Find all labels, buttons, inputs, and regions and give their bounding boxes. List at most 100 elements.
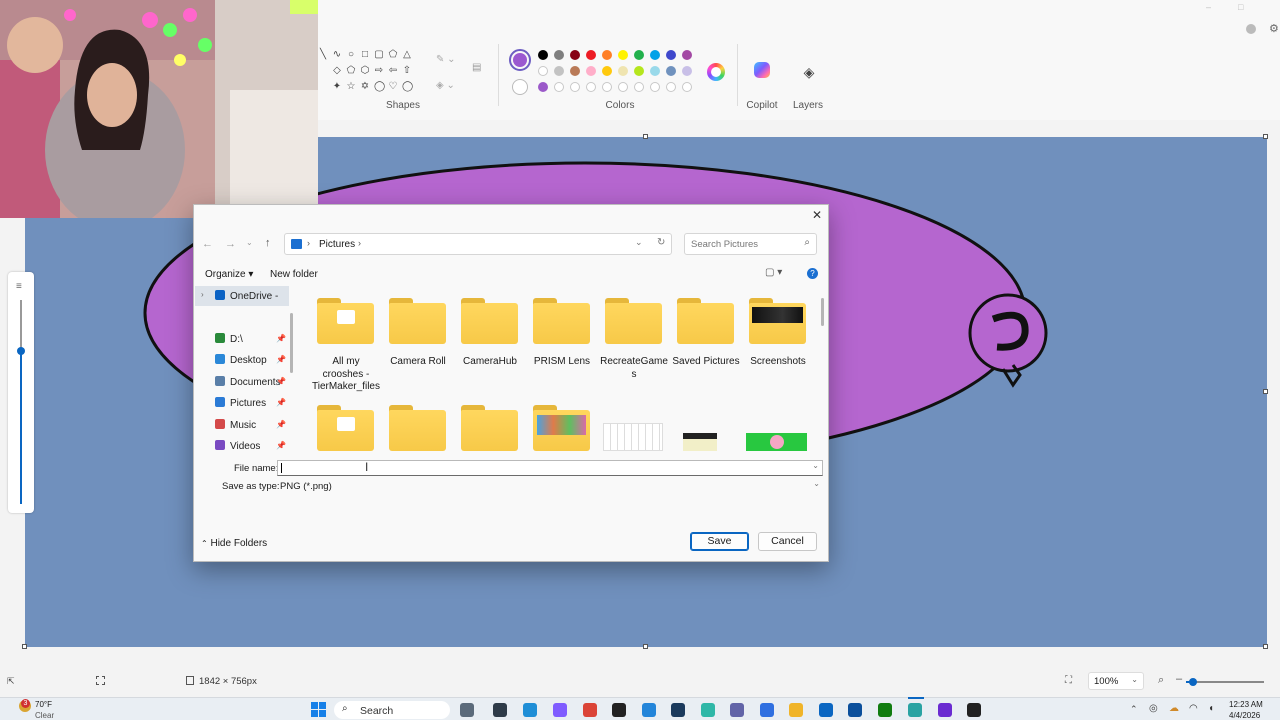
epic-games-icon[interactable] bbox=[612, 703, 626, 717]
line-shape-icon[interactable]: ╲ bbox=[318, 50, 328, 60]
color-swatch[interactable] bbox=[554, 50, 564, 60]
weather-desc[interactable]: Clear bbox=[35, 711, 54, 720]
resize-handle[interactable] bbox=[1263, 389, 1268, 394]
image-thumbnail[interactable] bbox=[746, 433, 807, 451]
search-icon[interactable]: ⌕ bbox=[804, 237, 810, 248]
zoom-minus-icon[interactable]: – bbox=[1176, 673, 1182, 685]
color-swatch[interactable] bbox=[634, 66, 644, 76]
fill-icon[interactable]: ◈ ⌄ bbox=[436, 80, 456, 92]
shapes-expand-icon[interactable]: ▤ bbox=[472, 62, 488, 74]
resize-handle[interactable] bbox=[1263, 644, 1268, 649]
save-type-select[interactable]: PNG (*.png) ⌄ bbox=[277, 479, 823, 494]
brush-size-slider[interactable]: ≡ bbox=[8, 272, 34, 513]
search-box[interactable]: Search Pictures ⌕ bbox=[684, 233, 817, 255]
color-swatch[interactable] bbox=[666, 82, 676, 92]
pin-icon[interactable]: 📌 bbox=[276, 355, 286, 364]
content-scrollbar[interactable] bbox=[821, 298, 824, 326]
resize-handle[interactable] bbox=[643, 644, 648, 649]
refresh-icon[interactable]: ↻ bbox=[657, 237, 665, 248]
onedrive-tray-icon[interactable]: ☁ bbox=[1169, 703, 1179, 714]
color-swatch[interactable] bbox=[570, 50, 580, 60]
color-swatch[interactable] bbox=[586, 66, 596, 76]
address-dropdown-icon[interactable]: ⌄ bbox=[635, 237, 643, 248]
color-swatch[interactable] bbox=[538, 82, 548, 92]
profile-icon[interactable] bbox=[1246, 24, 1256, 34]
folder-item[interactable] bbox=[677, 298, 734, 344]
sidebar-item[interactable]: Pictures bbox=[215, 395, 281, 413]
file-name-input[interactable]: ⌄ bbox=[277, 460, 823, 476]
color-swatch[interactable] bbox=[602, 66, 612, 76]
star6-shape-icon[interactable]: ✡ bbox=[360, 82, 370, 92]
edge-browser-icon[interactable] bbox=[523, 703, 537, 717]
search-input[interactable]: Search Pictures bbox=[691, 239, 758, 250]
color-swatch[interactable] bbox=[602, 82, 612, 92]
folder-item-row2[interactable] bbox=[317, 405, 374, 451]
maximize-button[interactable]: □ bbox=[1238, 2, 1252, 12]
folder-item-row2[interactable] bbox=[533, 405, 590, 451]
color-swatch[interactable] bbox=[650, 50, 660, 60]
color-swatch[interactable] bbox=[570, 82, 580, 92]
paint-app-icon[interactable] bbox=[908, 703, 922, 717]
msn-app-icon[interactable] bbox=[701, 703, 715, 717]
color-swatch[interactable] bbox=[650, 66, 660, 76]
color-swatch[interactable] bbox=[682, 82, 692, 92]
layers-icon[interactable]: ◈ bbox=[801, 64, 817, 80]
arrow-left-shape-icon[interactable]: ⇦ bbox=[388, 66, 398, 76]
color-swatch[interactable] bbox=[570, 66, 580, 76]
view-options-icon[interactable]: ▢ ▾ bbox=[765, 267, 782, 278]
color-swatch[interactable] bbox=[618, 50, 628, 60]
new-folder-button[interactable]: New folder bbox=[270, 269, 318, 280]
vpn-app-icon[interactable] bbox=[760, 703, 774, 717]
volume-icon[interactable]: ◖ bbox=[1208, 703, 1214, 714]
wifi-icon[interactable]: ◠ bbox=[1189, 703, 1198, 714]
image-thumbnail[interactable] bbox=[603, 423, 663, 451]
polygon-shape-icon[interactable]: ⬠ bbox=[388, 50, 398, 60]
minimize-button[interactable]: – bbox=[1206, 2, 1220, 12]
edit-colors-icon[interactable] bbox=[707, 63, 725, 81]
vscode-app-icon[interactable] bbox=[642, 703, 656, 717]
network-icon[interactable]: ◎ bbox=[1149, 703, 1158, 714]
oval-shape-icon[interactable]: ○ bbox=[346, 50, 356, 60]
zoom-out-icon[interactable]: ⌕ bbox=[1158, 674, 1164, 687]
triangle-shape-icon[interactable]: △ bbox=[402, 50, 412, 60]
clock-date[interactable]: 4/4/2026 bbox=[1229, 711, 1260, 720]
forward-icon[interactable]: → bbox=[225, 238, 236, 250]
sidebar-item[interactable]: OneDrive - Pe bbox=[215, 288, 281, 306]
folder-item-row2[interactable] bbox=[461, 405, 518, 451]
arrow-up-shape-icon[interactable]: ⇧ bbox=[402, 66, 412, 76]
pin-icon[interactable]: 📌 bbox=[276, 398, 286, 407]
up-icon[interactable]: ↑ bbox=[265, 237, 271, 249]
color-swatch[interactable] bbox=[586, 82, 596, 92]
chrome-browser-icon[interactable] bbox=[583, 703, 597, 717]
image-thumbnail[interactable] bbox=[683, 433, 717, 451]
color-swatch[interactable] bbox=[682, 66, 692, 76]
obs-app-icon[interactable] bbox=[938, 703, 952, 717]
address-bar[interactable]: › Pictures › ⌄ ↻ bbox=[284, 233, 672, 255]
nav-scrollbar[interactable] bbox=[290, 313, 293, 373]
xbox-app-icon[interactable] bbox=[878, 703, 892, 717]
github-app-icon[interactable] bbox=[967, 703, 981, 717]
color-swatch[interactable] bbox=[554, 82, 564, 92]
folder-item[interactable] bbox=[533, 298, 590, 344]
sidebar-item[interactable]: Music bbox=[215, 417, 281, 435]
color-swatch[interactable] bbox=[618, 66, 628, 76]
resize-handle[interactable] bbox=[22, 644, 27, 649]
lightning-shape-icon[interactable]: ◯ bbox=[402, 82, 413, 92]
pin-icon[interactable]: 📌 bbox=[276, 334, 286, 343]
color-swatch[interactable] bbox=[666, 66, 676, 76]
file-explorer-icon[interactable] bbox=[789, 703, 803, 717]
color-swatch[interactable] bbox=[682, 50, 692, 60]
settings-icon[interactable]: ⚙ bbox=[1269, 22, 1280, 35]
rounded-rect-shape-icon[interactable]: ▢ bbox=[374, 50, 384, 60]
color-swatch[interactable] bbox=[554, 66, 564, 76]
curve-shape-icon[interactable]: ∿ bbox=[332, 50, 342, 60]
sidebar-item[interactable]: Videos bbox=[215, 438, 281, 456]
rectangle-shape-icon[interactable]: □ bbox=[360, 50, 370, 60]
steam-app-icon[interactable] bbox=[671, 703, 685, 717]
secondary-color-button[interactable] bbox=[512, 79, 528, 95]
pin-icon[interactable]: 📌 bbox=[276, 441, 286, 450]
resize-handle[interactable] bbox=[643, 134, 648, 139]
help-icon[interactable]: ? bbox=[807, 268, 818, 279]
color-swatch[interactable] bbox=[538, 50, 548, 60]
hide-folders-button[interactable]: ⌃ Hide Folders bbox=[201, 538, 267, 549]
